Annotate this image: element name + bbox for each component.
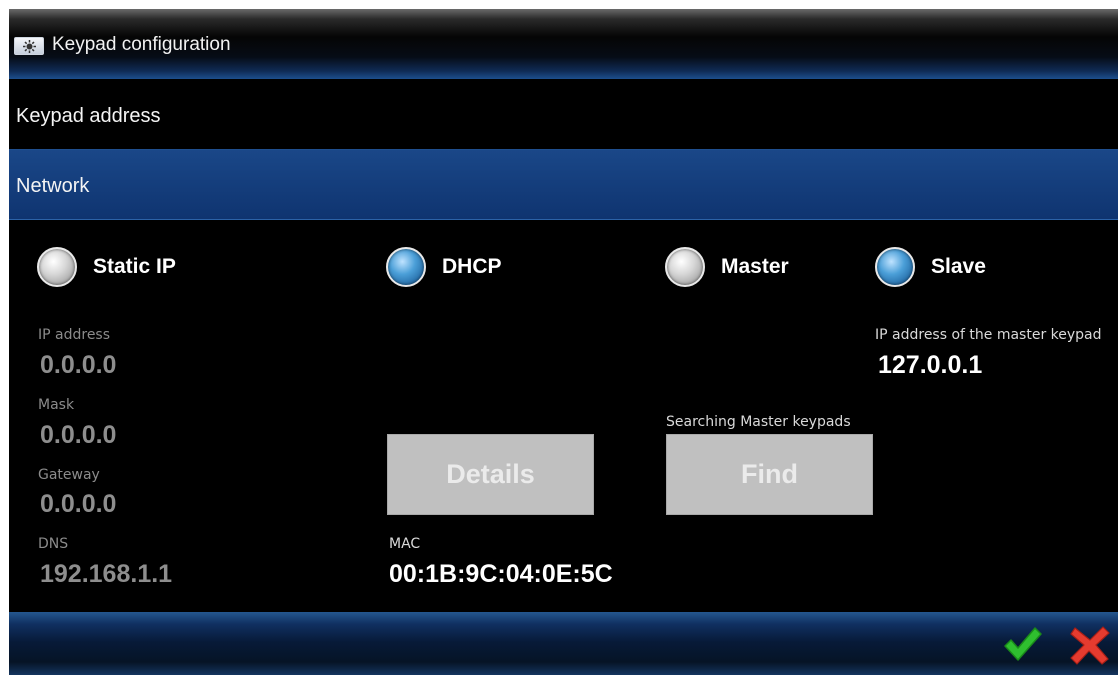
menu-item-network[interactable]: Network (9, 150, 1118, 220)
ip-address-value[interactable]: 0.0.0.0 (40, 351, 116, 380)
mac-value: 00:1B:9C:04:0E:5C (389, 560, 613, 588)
keypad-configuration-window: Keypad configuration Keypad address Netw… (9, 9, 1118, 675)
menu-item-label: Network (16, 175, 90, 197)
master-ip-label: IP address of the master keypad (875, 327, 1102, 343)
dns-value[interactable]: 192.168.1.1 (40, 560, 172, 589)
dhcp-label: DHCP (442, 255, 502, 278)
static-ip-radio[interactable]: Static IP (37, 247, 176, 287)
radio-indicator[interactable] (875, 247, 915, 287)
mask-label: Mask (38, 397, 75, 413)
radio-indicator[interactable] (665, 247, 705, 287)
details-button[interactable]: Details (387, 434, 594, 515)
slave-label: Slave (931, 255, 986, 278)
menu-item-keypad-address[interactable]: Keypad address (9, 80, 1118, 150)
master-label: Master (721, 255, 789, 278)
gateway-value[interactable]: 0.0.0.0 (40, 490, 116, 519)
slave-radio[interactable]: Slave (875, 247, 986, 287)
dhcp-radio[interactable]: DHCP (386, 247, 502, 287)
master-ip-value[interactable]: 127.0.0.1 (878, 351, 982, 380)
radio-indicator[interactable] (37, 247, 77, 287)
radio-indicator[interactable] (386, 247, 426, 287)
search-status-text: Searching Master keypads (666, 414, 851, 430)
window-title: Keypad configuration (52, 34, 231, 55)
keypad-settings-icon (14, 37, 44, 55)
find-button[interactable]: Find (666, 434, 873, 515)
title-bar: Keypad configuration (9, 9, 1118, 79)
menu-item-label: Keypad address (16, 105, 161, 127)
mask-value[interactable]: 0.0.0.0 (40, 421, 116, 450)
master-radio[interactable]: Master (665, 247, 789, 287)
dns-label: DNS (38, 536, 69, 552)
static-ip-label: Static IP (93, 255, 176, 278)
mac-label: MAC (389, 536, 421, 552)
gateway-label: Gateway (38, 467, 100, 483)
ip-address-label: IP address (38, 327, 111, 343)
bottom-action-bar (9, 612, 1118, 675)
close-icon[interactable] (1069, 624, 1111, 666)
check-icon[interactable] (1001, 624, 1043, 666)
